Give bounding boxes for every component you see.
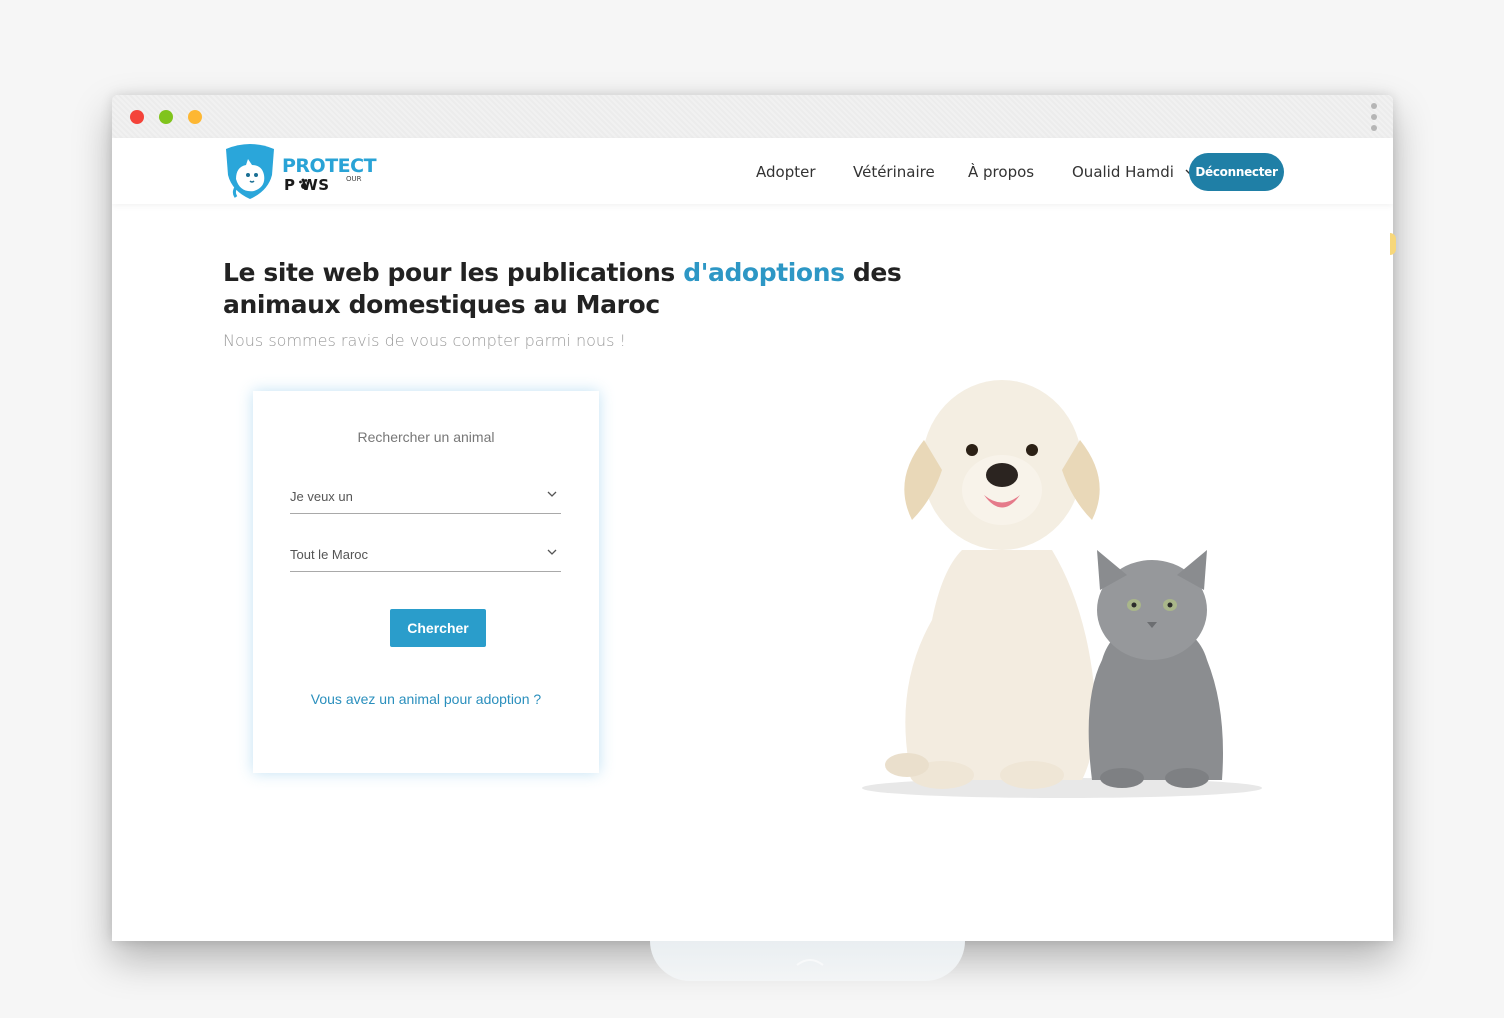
browser-window: PROTECT P WS OUR Adopter Vétérinaire À p… bbox=[112, 95, 1393, 941]
kebab-menu-icon[interactable] bbox=[1369, 103, 1379, 131]
hero-title-part1: Le site web pour les publications bbox=[223, 258, 684, 287]
hero-title: Le site web pour les publications d'adop… bbox=[223, 257, 923, 321]
search-button[interactable]: Chercher bbox=[390, 609, 486, 647]
hero-title-accent: d'adoptions bbox=[683, 258, 845, 287]
shield-cat-icon bbox=[226, 144, 274, 199]
stand-logo-icon bbox=[796, 959, 824, 966]
edge-indicator bbox=[1390, 233, 1396, 255]
animal-type-select-value: Je veux un bbox=[290, 489, 353, 504]
nav-veterinaire[interactable]: Vétérinaire bbox=[853, 163, 935, 181]
monitor-stand bbox=[650, 941, 965, 981]
nav-adopter[interactable]: Adopter bbox=[756, 163, 816, 181]
close-window-button[interactable] bbox=[130, 110, 144, 124]
chevron-down-icon bbox=[547, 549, 557, 555]
chevron-down-icon bbox=[547, 491, 557, 497]
zoom-window-button[interactable] bbox=[188, 110, 202, 124]
screen: PROTECT P WS OUR Adopter Vétérinaire À p… bbox=[0, 0, 1504, 1018]
navbar: PROTECT P WS OUR Adopter Vétérinaire À p… bbox=[112, 138, 1393, 204]
site-logo[interactable]: PROTECT P WS OUR bbox=[222, 141, 377, 201]
nav-a-propos[interactable]: À propos bbox=[968, 163, 1034, 181]
hero-subtitle: Nous sommes ravis de vous compter parmi … bbox=[223, 331, 626, 350]
user-name: Oualid Hamdi bbox=[1072, 163, 1174, 181]
logo-text-protect: PROTECT bbox=[282, 155, 377, 177]
search-card: Rechercher un animal Je veux un Tout le … bbox=[253, 391, 599, 773]
search-card-title: Rechercher un animal bbox=[357, 429, 495, 445]
puppy-and-kitten-image bbox=[862, 380, 1262, 798]
region-select-value: Tout le Maroc bbox=[290, 547, 369, 562]
user-menu[interactable]: Oualid Hamdi bbox=[1072, 163, 1194, 181]
animal-type-select[interactable]: Je veux un bbox=[290, 483, 561, 514]
title-bar bbox=[112, 95, 1393, 138]
logo-text-our: OUR bbox=[346, 175, 362, 183]
paw-icon bbox=[299, 178, 310, 189]
post-adoption-link[interactable]: Vous avez un animal pour adoption ? bbox=[253, 691, 599, 707]
logout-button[interactable]: Déconnecter bbox=[1189, 153, 1284, 191]
minimize-window-button[interactable] bbox=[159, 110, 173, 124]
region-select[interactable]: Tout le Maroc bbox=[290, 541, 561, 572]
